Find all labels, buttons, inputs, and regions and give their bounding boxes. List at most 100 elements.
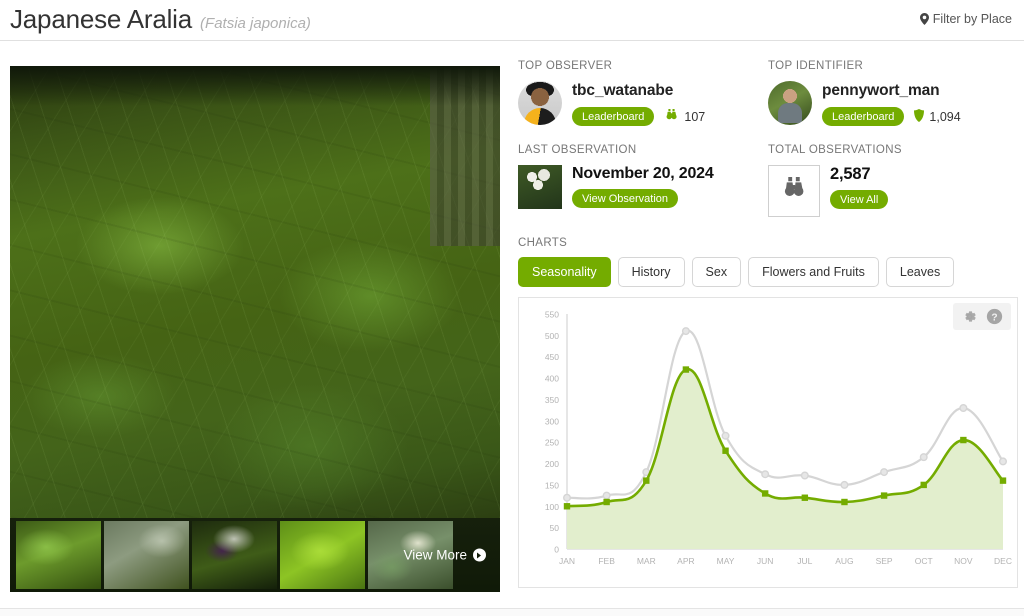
chart-data-point[interactable] <box>602 491 611 500</box>
y-axis-tick-label: 100 <box>545 502 559 512</box>
arrow-right-circle-icon <box>473 548 486 562</box>
chart-toolbar: ? <box>953 303 1011 330</box>
tab-seasonality[interactable]: Seasonality <box>518 257 611 287</box>
top-identifier-count: 1,094 <box>914 108 961 125</box>
view-all-observations-button[interactable]: View All <box>830 190 889 209</box>
x-axis-tick-label: JUN <box>757 556 774 566</box>
chart-data-point[interactable] <box>563 503 571 510</box>
tab-sex[interactable]: Sex <box>691 257 742 287</box>
total-observations-block: TOTAL OBSERVATIONS 2,587 View All <box>768 144 1018 217</box>
top-observer-label: TOP OBSERVER <box>518 60 613 72</box>
chart-data-point[interactable] <box>960 436 967 444</box>
photo-thumbnail[interactable] <box>16 521 101 589</box>
chart-data-point[interactable] <box>841 498 848 506</box>
map-pin-icon <box>919 13 929 25</box>
y-axis-tick-label: 150 <box>545 480 559 490</box>
observations-row: LAST OBSERVATION November 20, 2024 View … <box>518 144 1018 217</box>
top-identifier-count-value: 1,094 <box>929 109 961 124</box>
chart-data-point[interactable] <box>800 471 809 480</box>
x-axis-tick-label: AUG <box>835 556 853 566</box>
tab-flowers-and-fruits[interactable]: Flowers and Fruits <box>748 257 879 287</box>
x-axis-tick-label: MAR <box>637 556 656 566</box>
chart-data-point[interactable] <box>682 366 690 373</box>
chart-data-point[interactable] <box>761 470 770 479</box>
top-observer-count: 107 <box>664 108 706 125</box>
x-axis-tick-label: SEP <box>876 556 893 566</box>
chart-data-point[interactable] <box>880 468 889 477</box>
photo-thumbnail[interactable] <box>280 521 365 589</box>
hero-photo-texture <box>10 66 500 518</box>
x-axis-tick-label: FEB <box>598 556 615 566</box>
y-axis-tick-label: 500 <box>545 331 559 341</box>
binoculars-icon <box>664 108 679 125</box>
y-axis-tick-label: 250 <box>545 438 559 448</box>
total-observations-icon-box <box>768 165 820 217</box>
photo-thumbnail-strip: View More <box>10 518 500 592</box>
seasonality-chart[interactable]: 0 50 100 150 200 250 300 350 400 450 500 550 JAN FEB M… <box>519 298 1019 589</box>
last-observation-date: November 20, 2024 <box>572 165 714 182</box>
y-axis-tick-label: 50 <box>550 523 560 533</box>
top-observer-avatar[interactable] <box>518 81 562 125</box>
x-axis-tick-label: JUL <box>797 556 812 566</box>
help-icon[interactable]: ? <box>986 308 1003 325</box>
tab-leaves[interactable]: Leaves <box>885 257 955 287</box>
chart-data-point[interactable] <box>880 492 888 499</box>
species-stats-panel: TOP OBSERVER tbc_watanabe Leaderboard 10… <box>518 60 1018 588</box>
top-identifier-username[interactable]: pennywort_man <box>822 82 961 100</box>
svg-text:?: ? <box>991 312 997 323</box>
top-observer-block: TOP OBSERVER tbc_watanabe Leaderboard 10… <box>518 60 768 126</box>
chart-data-point[interactable] <box>999 457 1008 466</box>
chart-data-point[interactable] <box>722 447 729 454</box>
x-axis-tick-label: OCT <box>915 556 933 566</box>
chart-data-point[interactable] <box>919 453 928 462</box>
x-axis-tick-label: MAY <box>717 556 735 566</box>
chart-data-point[interactable] <box>999 477 1007 484</box>
hero-photo[interactable] <box>10 66 500 518</box>
chart-data-point[interactable] <box>920 481 927 489</box>
chart-area-fill <box>567 369 1003 549</box>
chart-data-point[interactable] <box>563 493 572 502</box>
y-axis-tick-label: 300 <box>545 416 559 426</box>
binoculars-icon <box>780 176 808 206</box>
last-observation-thumbnail[interactable] <box>518 165 562 209</box>
view-observation-button[interactable]: View Observation <box>572 189 679 208</box>
x-axis-tick-label: JAN <box>559 556 575 566</box>
chart-data-point[interactable] <box>840 480 849 489</box>
page-footer-divider <box>0 608 1024 616</box>
top-observer-username[interactable]: tbc_watanabe <box>572 82 705 100</box>
filter-by-place-label: Filter by Place <box>932 12 1012 26</box>
top-identifier-leaderboard-button[interactable]: Leaderboard <box>822 107 905 126</box>
page-root: Japanese Aralia (Fatsia japonica) Filter… <box>0 0 1024 616</box>
chart-data-point[interactable] <box>721 431 730 440</box>
filter-by-place-button[interactable]: Filter by Place <box>919 12 1012 26</box>
y-axis-tick-label: 550 <box>545 310 559 320</box>
top-observer-count-value: 107 <box>684 109 706 124</box>
top-identifier-avatar[interactable] <box>768 81 812 125</box>
photo-thumbnail[interactable] <box>192 521 277 589</box>
charts-section: CHARTS Seasonality History Sex Flowers a… <box>518 237 1018 588</box>
x-axis-tick-label: DEC <box>994 556 1012 566</box>
chart-data-point[interactable] <box>603 498 610 506</box>
chart-data-point[interactable] <box>801 494 809 501</box>
gear-icon[interactable] <box>961 308 978 325</box>
x-axis-tick-label: APR <box>677 556 694 566</box>
page-title: Japanese Aralia (Fatsia japonica) <box>10 4 311 35</box>
chart-tabs: Seasonality History Sex Flowers and Frui… <box>518 257 1018 287</box>
tab-history[interactable]: History <box>617 257 685 287</box>
view-more-photos-button[interactable]: View More <box>403 548 486 563</box>
top-contributors-row: TOP OBSERVER tbc_watanabe Leaderboard 10… <box>518 60 1018 126</box>
top-identifier-block: TOP IDENTIFIER pennywort_man Leaderboard <box>768 60 1018 126</box>
page-header: Japanese Aralia (Fatsia japonica) Filter… <box>0 0 1024 41</box>
y-axis-tick-label: 450 <box>545 352 559 362</box>
chart-data-point[interactable] <box>761 490 769 497</box>
photo-thumbnail[interactable] <box>104 521 189 589</box>
leaf-shield-icon <box>914 108 925 125</box>
chart-data-point[interactable] <box>959 403 968 412</box>
chart-data-point[interactable] <box>681 327 690 336</box>
view-more-label: View More <box>403 547 467 563</box>
total-observations-label: TOTAL OBSERVATIONS <box>768 144 902 156</box>
species-scientific-name: (Fatsia japonica) <box>200 15 311 32</box>
chart-data-point[interactable] <box>643 477 650 484</box>
y-axis-tick-label: 350 <box>545 395 559 405</box>
top-observer-leaderboard-button[interactable]: Leaderboard <box>572 107 655 126</box>
